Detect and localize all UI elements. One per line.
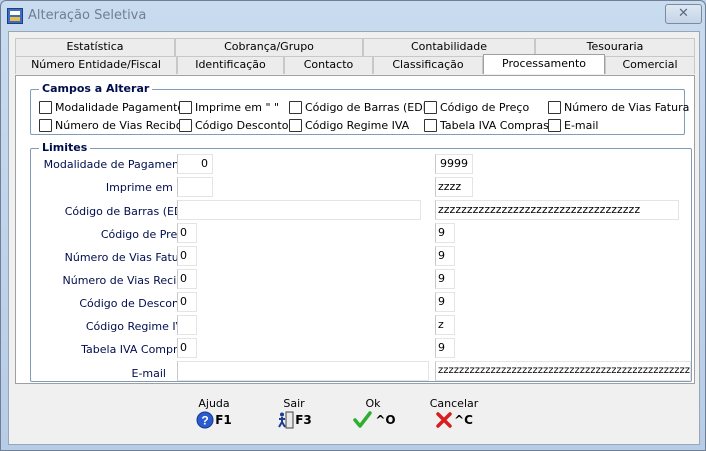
limite-to-input[interactable]: 9999 bbox=[435, 154, 473, 174]
limite-to-input[interactable]: zzzz bbox=[435, 177, 473, 197]
limite-label: Tabela IVA Compras bbox=[81, 343, 190, 356]
checkbox-imprime-em[interactable]: Imprime em " " bbox=[179, 100, 279, 114]
tab-panel-processamento: Campos a Alterar Modalidade Pagamento Im… bbox=[15, 75, 695, 384]
checkbox-label: Modalidade Pagamento bbox=[55, 100, 185, 114]
limite-from-input[interactable] bbox=[177, 177, 213, 197]
limite-to-input[interactable]: 9 bbox=[435, 269, 455, 289]
dialog-client: Estatística Cobrança/Grupo Contabilidade… bbox=[8, 31, 700, 445]
checkbox-label: E-mail bbox=[564, 118, 599, 132]
tab-identificacao[interactable]: Identificação bbox=[177, 56, 284, 74]
checkbox-box[interactable] bbox=[179, 100, 192, 114]
limite-to-input[interactable]: 9 bbox=[435, 338, 455, 358]
checkbox-email[interactable]: E-mail bbox=[548, 118, 599, 132]
tab-numero-entidade-fiscal[interactable]: Número Entidade/Fiscal bbox=[15, 56, 177, 74]
sair-label: Sair bbox=[283, 397, 305, 410]
limite-from-input[interactable]: 0 bbox=[177, 269, 197, 289]
checkbox-box[interactable] bbox=[424, 118, 437, 132]
checkbox-label: Imprime em " " bbox=[195, 100, 280, 114]
window-title: Alteração Seletiva bbox=[28, 8, 147, 23]
limite-label: E-mail bbox=[131, 367, 167, 380]
app-icon bbox=[7, 8, 23, 24]
checkbox-label: Código de Barras (EDI) bbox=[305, 100, 431, 114]
checkbox-codigo-barras[interactable]: Código de Barras (EDI) bbox=[289, 100, 430, 114]
limite-label: Código de Desconto bbox=[79, 297, 190, 310]
limite-label: Código de Preço bbox=[100, 228, 190, 241]
checkbox-label: Tabela IVA Compras bbox=[440, 118, 549, 132]
tab-estatistica[interactable]: Estatística bbox=[15, 38, 175, 56]
checkbox-box[interactable] bbox=[39, 118, 52, 132]
title-bar: Alteração Seletiva ✕ bbox=[1, 1, 705, 31]
limite-label: Código de Barras (EDI) bbox=[64, 205, 190, 218]
checkbox-numero-vias-recibo[interactable]: Número de Vias Recibo bbox=[39, 118, 182, 132]
checkbox-codigo-desconto[interactable]: Código Desconto bbox=[179, 118, 288, 132]
ok-key: ^O bbox=[375, 413, 396, 427]
cancelar-label: Cancelar bbox=[429, 397, 479, 410]
limites-legend: Limites bbox=[39, 141, 91, 154]
limite-label: Imprime em " " bbox=[105, 181, 190, 194]
limite-from-input[interactable] bbox=[177, 200, 421, 220]
checkbox-label: Número de Vias Fatura bbox=[564, 100, 690, 114]
limite-from-input[interactable]: 0 bbox=[177, 223, 197, 243]
tab-contacto[interactable]: Contacto bbox=[284, 56, 373, 74]
limite-from-input[interactable]: 0 bbox=[177, 246, 197, 266]
limite-to-input[interactable]: zzzzzzzzzzzzzzzzzzzzzzzzzzzzzzzzzzz bbox=[435, 200, 679, 220]
tab-comercial[interactable]: Comercial bbox=[605, 56, 695, 74]
checkbox-codigo-preco[interactable]: Código de Preço bbox=[424, 100, 529, 114]
tab-row-bottom: Número Entidade/Fiscal Identificação Con… bbox=[15, 54, 695, 74]
help-icon: ? bbox=[196, 411, 214, 429]
tab-processamento[interactable]: Processamento bbox=[483, 54, 605, 74]
check-icon bbox=[353, 411, 373, 428]
cancelar-key: ^C bbox=[454, 413, 473, 427]
cancelar-button[interactable]: Cancelar ^C bbox=[425, 398, 483, 438]
checkbox-label: Código Regime IVA bbox=[305, 118, 410, 132]
limite-label: Número de Vias Recibo bbox=[62, 274, 190, 287]
cancel-x-icon bbox=[436, 412, 452, 428]
checkbox-numero-vias-fatura[interactable]: Número de Vias Fatura bbox=[548, 100, 689, 114]
checkbox-box[interactable] bbox=[289, 100, 302, 114]
checkbox-box[interactable] bbox=[424, 100, 437, 114]
limite-label: Código Regime IVA bbox=[85, 320, 190, 333]
checkbox-label: Código Desconto bbox=[195, 118, 289, 132]
tab-classificacao[interactable]: Classificação bbox=[373, 56, 483, 74]
tab-cobranca-grupo[interactable]: Cobrança/Grupo bbox=[175, 38, 363, 56]
limite-to-input[interactable]: zzzzzzzzzzzzzzzzzzzzzzzzzzzzzzzzzzzzzzzz… bbox=[435, 361, 691, 381]
checkbox-modalidade-pagamento[interactable]: Modalidade Pagamento bbox=[39, 100, 184, 114]
campos-legend: Campos a Alterar bbox=[39, 82, 153, 95]
checkbox-box[interactable] bbox=[179, 118, 192, 132]
checkbox-label: Número de Vias Recibo bbox=[55, 118, 183, 132]
ajuda-key: F1 bbox=[215, 413, 232, 427]
limite-to-input[interactable]: 9 bbox=[435, 223, 455, 243]
limites-group: Limites Modalidade de Pagamento 0 9999 I… bbox=[30, 141, 692, 382]
checkbox-box[interactable] bbox=[39, 100, 52, 114]
sair-key: F3 bbox=[295, 413, 312, 427]
limite-from-input[interactable]: 0 bbox=[177, 338, 197, 358]
ajuda-button[interactable]: Ajuda ? F1 bbox=[187, 398, 241, 438]
sair-button[interactable]: Sair F3 bbox=[267, 398, 321, 438]
ok-button[interactable]: Ok ^O bbox=[346, 398, 400, 438]
limite-to-input[interactable]: z bbox=[435, 315, 455, 335]
checkbox-codigo-regime-iva[interactable]: Código Regime IVA bbox=[289, 118, 409, 132]
checkbox-label: Código de Preço bbox=[440, 100, 530, 114]
ajuda-label: Ajuda bbox=[198, 397, 230, 410]
limite-from-input[interactable] bbox=[177, 361, 429, 381]
limite-to-input[interactable]: 9 bbox=[435, 292, 455, 312]
ok-label: Ok bbox=[365, 397, 381, 410]
limite-to-input[interactable]: 9 bbox=[435, 246, 455, 266]
close-button[interactable]: ✕ bbox=[665, 4, 702, 24]
main-window: Alteração Seletiva ✕ Estatística Cobranç… bbox=[0, 0, 706, 451]
checkbox-box[interactable] bbox=[548, 100, 561, 114]
checkbox-box[interactable] bbox=[289, 118, 302, 132]
limite-label: Número de Vias Fatura bbox=[64, 251, 190, 264]
limite-label: Modalidade de Pagamento bbox=[43, 158, 190, 171]
svg-text:?: ? bbox=[202, 414, 209, 428]
checkbox-tabela-iva-compras[interactable]: Tabela IVA Compras bbox=[424, 118, 549, 132]
limite-from-input[interactable]: 0 bbox=[177, 154, 213, 174]
campos-group: Campos a Alterar Modalidade Pagamento Im… bbox=[30, 82, 689, 135]
limite-from-input[interactable]: 0 bbox=[177, 292, 197, 312]
exit-icon bbox=[278, 411, 294, 429]
limite-from-input[interactable] bbox=[177, 315, 197, 335]
checkbox-box[interactable] bbox=[548, 118, 561, 132]
